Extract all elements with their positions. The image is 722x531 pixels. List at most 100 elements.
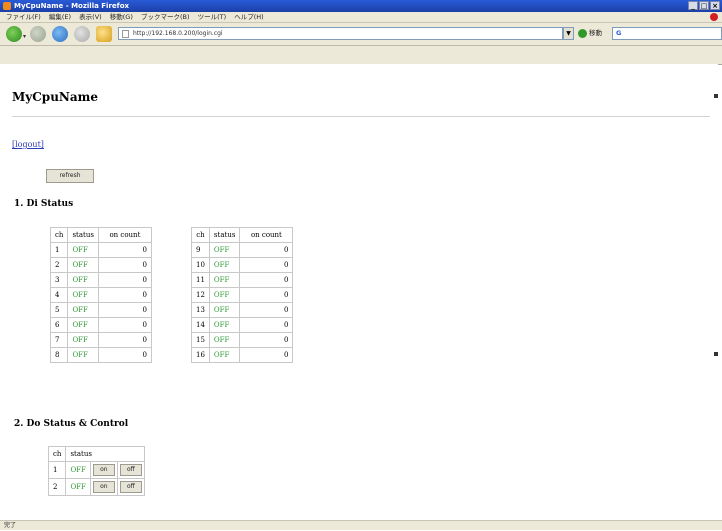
on-cell: on — [89, 461, 118, 479]
status-cell: OFF — [67, 347, 99, 363]
status-cell: OFF — [208, 287, 241, 303]
url-dropdown-icon[interactable]: ▼ — [563, 27, 574, 40]
back-dropdown-icon[interactable]: ▾ — [23, 33, 26, 40]
status-cell: OFF — [208, 242, 241, 258]
logout-link[interactable]: [logout] — [12, 140, 44, 149]
search-input[interactable]: G — [612, 27, 722, 40]
do-status-table: ch status 1 OFF on off 2 OFF on off — [47, 446, 145, 496]
di-status-heading: 1. Di Status — [14, 199, 74, 209]
channel-cell: 2 — [47, 478, 67, 496]
scrollbar-marker-bottom — [714, 352, 718, 356]
menu-bookmarks[interactable]: ブックマーク(B) — [141, 12, 190, 22]
page-content: MyCpuName [logout] refresh 1. Di Status … — [0, 64, 718, 520]
status-cell: OFF — [208, 257, 241, 273]
menu-help[interactable]: ヘルプ(H) — [234, 12, 263, 22]
status-cell: OFF — [67, 287, 99, 303]
channel-cell: 14 — [191, 317, 210, 333]
menu-tools[interactable]: ツール(T) — [198, 12, 227, 22]
status-cell: OFF — [67, 272, 99, 288]
forward-arrow-icon[interactable] — [30, 26, 46, 42]
channel-cell: 16 — [191, 347, 210, 363]
menu-view[interactable]: 表示(V) — [79, 12, 102, 22]
channel-cell: 1 — [47, 461, 67, 479]
refresh-button[interactable]: refresh — [46, 169, 94, 183]
on-count-cell: 0 — [97, 302, 152, 318]
table-row: 4 OFF 0 — [49, 287, 152, 303]
status-cell: OFF — [67, 302, 99, 318]
column-header-status: status — [67, 227, 99, 243]
channel-cell: 1 — [49, 242, 69, 258]
scrollbar-marker-top — [714, 94, 718, 98]
status-cell: OFF — [65, 478, 91, 496]
on-button[interactable]: on — [92, 464, 115, 476]
channel-cell: 8 — [49, 347, 69, 363]
on-count-cell: 0 — [239, 272, 294, 288]
status-cell: OFF — [67, 332, 99, 348]
status-bar: 完了 — [0, 520, 722, 530]
di-status-table-right: ch status on count 9 OFF 0 10 OFF 0 11 OFF 0 12 OF… — [191, 227, 294, 363]
column-header-status: status — [208, 227, 241, 243]
channel-cell: 11 — [191, 272, 210, 288]
status-cell: OFF — [67, 242, 99, 258]
menu-go[interactable]: 移動(G) — [110, 12, 133, 22]
menu-bar: ファイル(F) 編集(E) 表示(V) 移動(G) ブックマーク(B) ツール(… — [0, 12, 722, 23]
channel-cell: 9 — [191, 242, 210, 258]
menu-edit[interactable]: 編集(E) — [49, 12, 71, 22]
channel-cell: 10 — [191, 257, 210, 273]
page-title: MyCpuName — [12, 90, 98, 104]
column-header-on-count: on count — [239, 227, 294, 243]
status-cell: OFF — [208, 272, 241, 288]
column-header-on-count: on count — [97, 227, 152, 243]
maximize-button[interactable]: □ — [699, 1, 709, 10]
channel-cell: 4 — [49, 287, 69, 303]
do-status-heading: 2. Do Status & Control — [14, 419, 129, 429]
channel-cell: 6 — [49, 317, 69, 333]
on-count-cell: 0 — [97, 287, 152, 303]
on-count-cell: 0 — [97, 257, 152, 273]
on-button[interactable]: on — [92, 481, 115, 493]
table-row: 13 OFF 0 — [191, 302, 294, 318]
status-cell: OFF — [208, 347, 241, 363]
go-icon — [578, 28, 587, 38]
off-button[interactable]: off — [119, 464, 142, 476]
table-row: 15 OFF 0 — [191, 332, 294, 348]
table-row: 9 OFF 0 — [191, 242, 294, 258]
divider — [12, 116, 710, 117]
on-count-cell: 0 — [239, 287, 294, 303]
status-cell: OFF — [208, 317, 241, 333]
status-cell: OFF — [208, 332, 241, 348]
di-status-table-left: ch status on count 1 OFF 0 2 OFF 0 3 OFF 0 4 OFF 0 5… — [49, 227, 152, 363]
reload-icon[interactable] — [52, 26, 68, 42]
table-row: 14 OFF 0 — [191, 317, 294, 333]
minimize-button[interactable]: _ — [688, 1, 698, 10]
channel-cell: 13 — [191, 302, 210, 318]
back-arrow-icon[interactable] — [6, 26, 22, 42]
stop-icon[interactable] — [74, 26, 90, 42]
table-row: 8 OFF 0 — [49, 347, 152, 363]
throbber-icon — [710, 13, 718, 21]
on-cell: on — [89, 478, 118, 496]
go-button[interactable]: 移動 — [578, 27, 602, 40]
table-row: 5 OFF 0 — [49, 302, 152, 318]
home-icon[interactable] — [96, 26, 112, 42]
channel-cell: 12 — [191, 287, 210, 303]
on-count-cell: 0 — [97, 332, 152, 348]
status-cell: OFF — [208, 302, 241, 318]
column-header-status: status — [65, 446, 145, 462]
on-count-cell: 0 — [97, 347, 152, 363]
status-cell: OFF — [67, 257, 99, 273]
off-button[interactable]: off — [119, 481, 142, 493]
channel-cell: 15 — [191, 332, 210, 348]
table-row: 1 OFF 0 — [49, 242, 152, 258]
column-header-ch: ch — [49, 227, 69, 243]
table-row: 2 OFF 0 — [49, 257, 152, 273]
on-count-cell: 0 — [239, 332, 294, 348]
url-input[interactable]: http://192.168.0.200/login.cgi — [118, 27, 563, 40]
table-row: 2 OFF on off — [47, 478, 145, 496]
table-row: 3 OFF 0 — [49, 272, 152, 288]
close-button[interactable]: × — [710, 1, 720, 10]
navigation-toolbar: ▾ http://192.168.0.200/login.cgi ▼ 移動 G — [0, 23, 722, 46]
title-bar: MyCpuName - Mozilla Firefox _ □ × — [0, 0, 722, 12]
menu-file[interactable]: ファイル(F) — [6, 12, 41, 22]
status-cell: OFF — [65, 461, 91, 479]
